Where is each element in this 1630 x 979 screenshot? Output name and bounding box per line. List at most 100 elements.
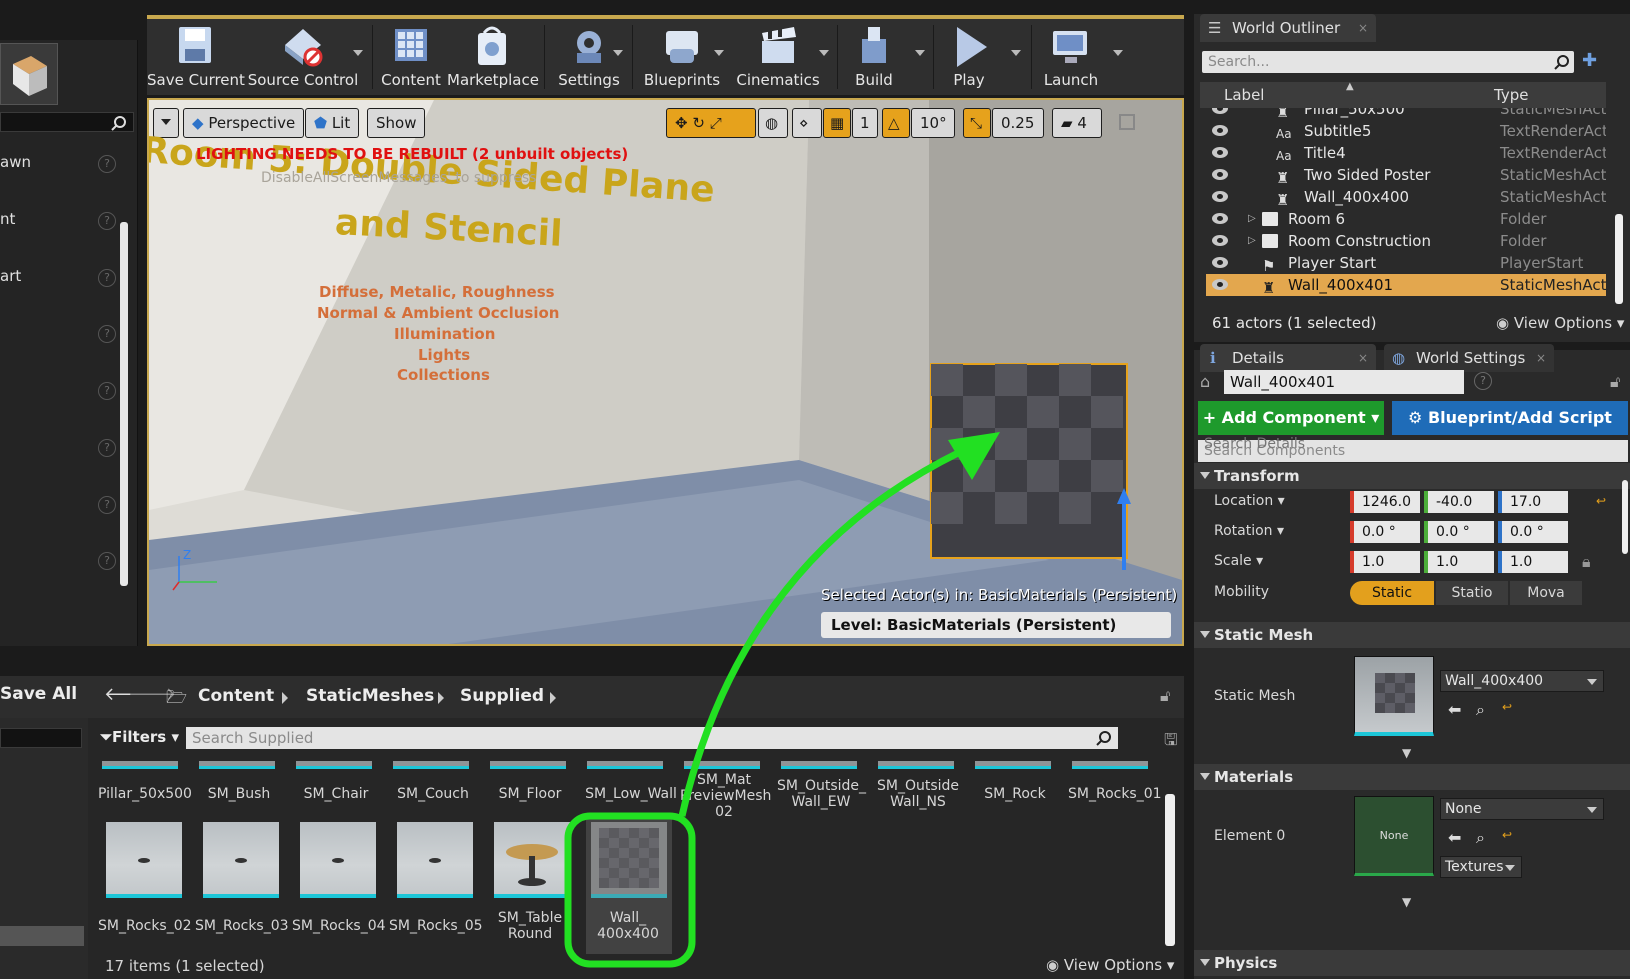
asset-thumb-partial[interactable]: [490, 761, 566, 769]
left-item-7[interactable]: ?: [0, 494, 118, 518]
help-icon[interactable]: ?: [98, 269, 116, 287]
visibility-eye-icon[interactable]: [1212, 213, 1228, 224]
asset-label[interactable]: SM_Bush: [195, 786, 283, 802]
asset-thumbnail[interactable]: [203, 822, 279, 898]
outliner-row[interactable]: Aa Title4 TextRenderActo: [1206, 142, 1606, 164]
visibility-eye-icon[interactable]: [1212, 147, 1228, 158]
browse-search-icon[interactable]: ⌕: [1476, 700, 1485, 720]
asset-thumbnail[interactable]: [397, 822, 473, 898]
close-tab-icon[interactable]: ×: [1536, 344, 1546, 372]
close-tab-icon[interactable]: ×: [1358, 344, 1368, 372]
left-item-5[interactable]: ?: [0, 380, 118, 404]
maximize-icon[interactable]: [1119, 114, 1135, 130]
physics-section-header[interactable]: Physics: [1194, 950, 1630, 976]
outliner-row-selected[interactable]: ♜ Wall_400x401 StaticMeshActo: [1206, 274, 1606, 297]
visibility-eye-icon[interactable]: [1212, 235, 1228, 246]
visibility-eye-icon[interactable]: [1212, 125, 1228, 136]
static-mesh-thumbnail[interactable]: [1354, 656, 1434, 736]
save-current-button[interactable]: Save Current: [147, 19, 245, 95]
asset-label[interactable]: SM_Rocks_03: [195, 918, 289, 934]
reset-arrow-icon[interactable]: ↩: [1502, 700, 1512, 714]
launch-dropdown[interactable]: [1113, 50, 1123, 56]
left-item-start[interactable]: art?: [0, 267, 118, 291]
breadcrumb-separator-icon[interactable]: [550, 692, 556, 704]
save-all-button[interactable]: Save All: [0, 684, 77, 704]
outliner-search-input[interactable]: Search...: [1202, 51, 1574, 73]
asset-label[interactable]: SM_Floor: [486, 786, 574, 802]
asset-label[interactable]: SM_Rock: [971, 786, 1059, 802]
translate-icon[interactable]: ✥: [675, 114, 688, 132]
camera-speed-button[interactable]: ▰ 4: [1052, 108, 1102, 138]
textures-dropdown[interactable]: Textures: [1440, 856, 1522, 878]
location-x-field[interactable]: 1246.0: [1350, 491, 1420, 513]
actor-name-field[interactable]: Wall_400x401: [1224, 370, 1464, 394]
rotation-snap-dropdown[interactable]: 10°: [911, 108, 955, 138]
scale-label[interactable]: Scale ▾: [1214, 553, 1263, 569]
show-button[interactable]: Show: [367, 108, 426, 138]
add-component-button[interactable]: + Add Component ▾: [1198, 401, 1384, 435]
content-view-options[interactable]: ◉ View Options ▾: [1046, 956, 1174, 974]
surface-snap-toggle[interactable]: ⋄: [792, 108, 822, 138]
build-button[interactable]: Build: [842, 19, 906, 95]
tab-world-settings[interactable]: ◍ World Settings ×: [1384, 344, 1554, 372]
help-icon[interactable]: ?: [1474, 372, 1492, 390]
material-thumbnail[interactable]: None: [1354, 796, 1434, 876]
asset-thumbnail[interactable]: [106, 822, 182, 898]
cinematics-dropdown[interactable]: [819, 50, 829, 56]
rotation-snap-toggle[interactable]: △: [882, 108, 910, 138]
mobility-movable-button[interactable]: Mova: [1510, 581, 1582, 605]
scale-snap-dropdown[interactable]: 0.25: [992, 108, 1044, 138]
source-control-button[interactable]: Source Control: [247, 19, 359, 95]
rotate-icon[interactable]: ↻: [692, 114, 705, 132]
scale-y-field[interactable]: 1.0: [1424, 551, 1494, 573]
settings-dropdown[interactable]: [613, 50, 623, 56]
asset-thumb-partial[interactable]: [975, 761, 1051, 769]
transform-tools-group[interactable]: ✥ ↻ ⤢: [666, 108, 756, 138]
material-asset-dropdown[interactable]: None: [1440, 798, 1604, 820]
content-scrollbar[interactable]: [1165, 794, 1175, 946]
visibility-eye-icon[interactable]: [1212, 279, 1228, 290]
help-icon[interactable]: ?: [98, 382, 116, 400]
asset-thumbnail[interactable]: [300, 822, 376, 898]
marketplace-button[interactable]: Marketplace: [447, 19, 539, 95]
asset-thumb-partial[interactable]: [296, 761, 372, 769]
asset-label[interactable]: SM_Mat PreviewMesh 02: [680, 772, 771, 820]
mobility-stationary-button[interactable]: Statio: [1436, 581, 1508, 605]
label-column-header[interactable]: Label: [1224, 82, 1264, 108]
asset-label[interactable]: SM_Table Round: [490, 910, 570, 942]
rotation-y-field[interactable]: 0.0 °: [1424, 521, 1494, 543]
breadcrumb-separator-icon[interactable]: [438, 692, 444, 704]
left-item-6[interactable]: ?: [0, 437, 118, 461]
use-selected-arrow-icon[interactable]: ⬅: [1448, 700, 1461, 719]
scale-x-field[interactable]: 1.0: [1350, 551, 1420, 573]
breadcrumb-separator-icon[interactable]: [282, 692, 288, 704]
placement-mode-tab[interactable]: [0, 43, 58, 105]
visibility-eye-icon[interactable]: [1212, 257, 1228, 268]
asset-thumbnail[interactable]: [494, 822, 570, 898]
sources-search-input[interactable]: [0, 728, 82, 748]
use-selected-arrow-icon[interactable]: ⬅: [1448, 828, 1461, 847]
help-icon[interactable]: ?: [98, 496, 116, 514]
save-search-icon[interactable]: 🖫: [1164, 729, 1178, 756]
outliner-scrollbar[interactable]: [1615, 214, 1623, 304]
details-scrollbar[interactable]: [1622, 480, 1628, 554]
outliner-row[interactable]: Aa Subtitle5 TextRenderActo: [1206, 120, 1606, 142]
breadcrumb-supplied[interactable]: Supplied: [460, 686, 544, 706]
content-button[interactable]: Content: [379, 19, 443, 95]
help-icon[interactable]: ?: [98, 552, 116, 570]
asset-label[interactable]: SM_Outside_ Wall_EW: [777, 778, 866, 810]
asset-label[interactable]: Pillar_50x500: [98, 786, 192, 802]
left-scrollbar[interactable]: [120, 222, 128, 586]
reset-arrow-icon[interactable]: ↩: [1596, 494, 1606, 508]
transform-section-header[interactable]: Transform: [1194, 463, 1630, 489]
asset-label[interactable]: SM_Outside Wall_NS: [874, 778, 962, 810]
breadcrumb-content[interactable]: Content: [198, 686, 274, 706]
help-icon[interactable]: ?: [98, 212, 116, 230]
asset-thumb-partial[interactable]: [878, 761, 954, 769]
outliner-folder-row[interactable]: ▷ Room Construction Folder: [1206, 230, 1606, 252]
sources-selected-item[interactable]: [0, 926, 84, 946]
settings-button[interactable]: Settings: [551, 19, 627, 95]
expand-arrow-icon[interactable]: ▷: [1248, 230, 1256, 252]
rotation-label[interactable]: Rotation ▾: [1214, 523, 1284, 539]
asset-thumb-partial[interactable]: [587, 761, 663, 769]
